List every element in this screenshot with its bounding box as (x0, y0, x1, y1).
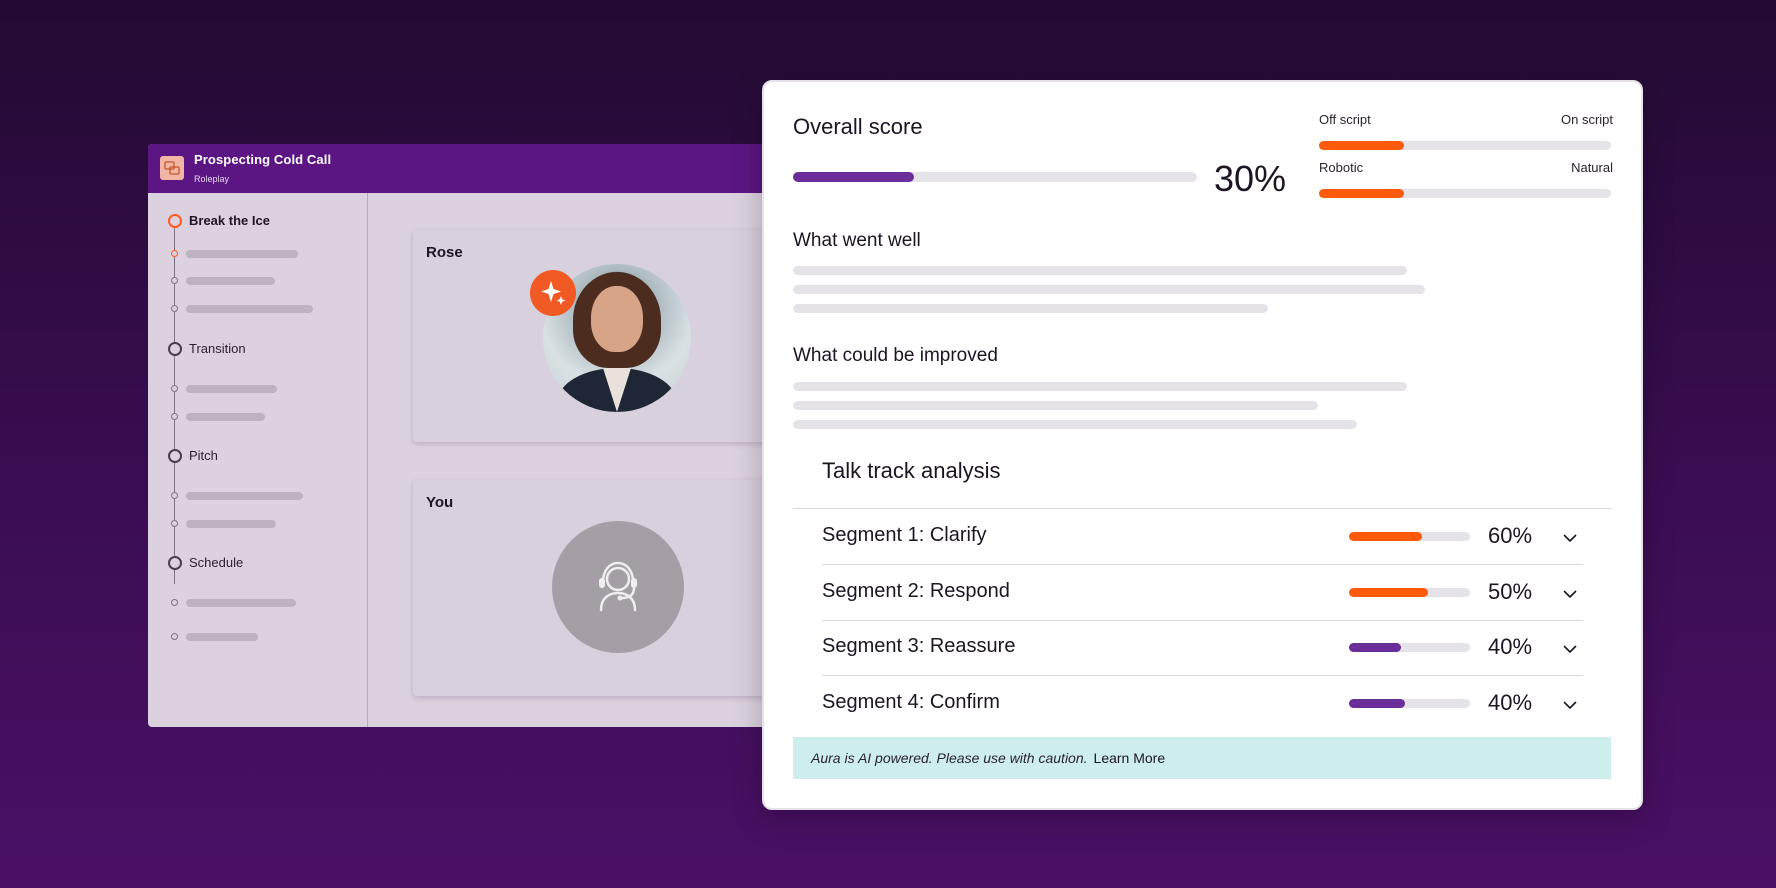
step-node-schedule[interactable] (168, 556, 182, 570)
substep-dot (171, 277, 178, 284)
step-label-break-the-ice[interactable]: Break the Ice (189, 213, 270, 228)
segment-label: Segment 2: Respond (822, 580, 1010, 602)
substep-dot (171, 520, 178, 527)
segment-fill (1349, 588, 1428, 597)
segment-bar (1349, 643, 1470, 652)
logo-icon (160, 156, 184, 180)
chevron-down-icon[interactable] (1562, 586, 1578, 602)
substep-placeholder (186, 305, 313, 313)
segment-label: Segment 4: Confirm (822, 691, 1000, 713)
scale-2-bar (1319, 189, 1611, 198)
step-label-transition[interactable]: Transition (189, 341, 246, 356)
score-panel: Overall score 30% Off script On script R… (762, 80, 1643, 810)
scale-2-right-label: Natural (1571, 160, 1613, 175)
segment-percent: 50% (1488, 579, 1533, 604)
segment-fill (1349, 643, 1402, 652)
step-label-pitch[interactable]: Pitch (189, 448, 218, 463)
text-placeholder-line (793, 266, 1407, 275)
segment-fill (1349, 699, 1405, 708)
substep-dot (171, 250, 178, 257)
roleplay-subtitle: Roleplay (194, 174, 230, 184)
substep-dot (171, 633, 178, 640)
substep-placeholder (186, 520, 276, 528)
segment-bar (1349, 532, 1470, 541)
substep-placeholder (186, 385, 277, 393)
segment-row[interactable]: Segment 3: Reassure 40% (822, 620, 1583, 676)
step-node-pitch[interactable] (168, 449, 182, 463)
segment-label: Segment 1: Clarify (822, 524, 987, 546)
text-placeholder-line (793, 401, 1318, 410)
overall-score-title: Overall score (793, 114, 923, 139)
chevron-down-icon[interactable] (1562, 530, 1578, 546)
step-node-transition[interactable] (168, 342, 182, 356)
substep-placeholder (186, 413, 265, 421)
overall-score-bar (793, 172, 1197, 182)
overall-score-value: 30% (1214, 158, 1287, 199)
talk-track-title: Talk track analysis (822, 458, 1001, 483)
user-participant-card: You (413, 480, 788, 696)
scale-1-fill (1319, 141, 1404, 150)
segment-label: Segment 3: Reassure (822, 635, 1016, 657)
segment-bar (1349, 699, 1470, 708)
text-placeholder-line (793, 382, 1407, 391)
scale-1-bar (1319, 141, 1611, 150)
substep-placeholder (186, 250, 298, 258)
roleplay-header: Prospecting Cold Call Roleplay (148, 144, 788, 193)
segment-fill (1349, 532, 1422, 541)
substep-dot (171, 492, 178, 499)
segment-row[interactable]: Segment 1: Clarify 60% (822, 509, 1583, 565)
segment-percent: 60% (1488, 523, 1533, 548)
text-placeholder-line (793, 420, 1357, 429)
step-node-break-the-ice[interactable] (168, 214, 182, 228)
substep-dot (171, 413, 178, 420)
substep-dot (171, 599, 178, 606)
steps-sidebar: Break the Ice Transition Pitch Schedule (148, 193, 368, 727)
roleplay-window: Prospecting Cold Call Roleplay Break the… (148, 144, 788, 727)
roleplay-title: Prospecting Cold Call (194, 152, 332, 167)
user-participant-name: You (426, 494, 454, 511)
segment-percent: 40% (1488, 690, 1533, 715)
learn-more-link[interactable]: Learn More (1094, 750, 1166, 766)
text-placeholder-line (793, 285, 1425, 294)
scale-1-left-label: Off script (1319, 112, 1371, 127)
substep-placeholder (186, 599, 296, 607)
substep-dot (171, 385, 178, 392)
substep-dot (171, 305, 178, 312)
scale-2-left-label: Robotic (1319, 160, 1364, 175)
timeline-line (174, 219, 175, 584)
segment-percent: 40% (1488, 634, 1533, 659)
segment-bar (1349, 588, 1470, 597)
ai-disclaimer-banner: Aura is AI powered. Please use with caut… (793, 737, 1611, 779)
substep-placeholder (186, 492, 303, 500)
ai-participant-name: Rose (426, 244, 463, 261)
chevron-down-icon[interactable] (1562, 641, 1578, 657)
ai-participant-card: Rose (413, 230, 788, 442)
scale-1-right-label: On script (1560, 112, 1613, 127)
substep-placeholder (186, 633, 258, 641)
text-placeholder-line (793, 304, 1268, 313)
improve-title: What could be improved (793, 345, 998, 366)
segment-row[interactable]: Segment 4: Confirm 40% (822, 676, 1583, 731)
scale-2-fill (1319, 189, 1404, 198)
sparkle-icon (530, 270, 576, 316)
step-label-schedule[interactable]: Schedule (189, 555, 243, 570)
overall-score-fill (793, 172, 915, 182)
headset-user-icon (552, 521, 684, 653)
chevron-down-icon[interactable] (1562, 697, 1578, 713)
disclaimer-text: Aura is AI powered. Please use with caut… (811, 750, 1088, 766)
substep-placeholder (186, 277, 275, 285)
went-well-title: What went well (793, 230, 921, 251)
segment-row[interactable]: Segment 2: Respond 50% (822, 565, 1583, 621)
